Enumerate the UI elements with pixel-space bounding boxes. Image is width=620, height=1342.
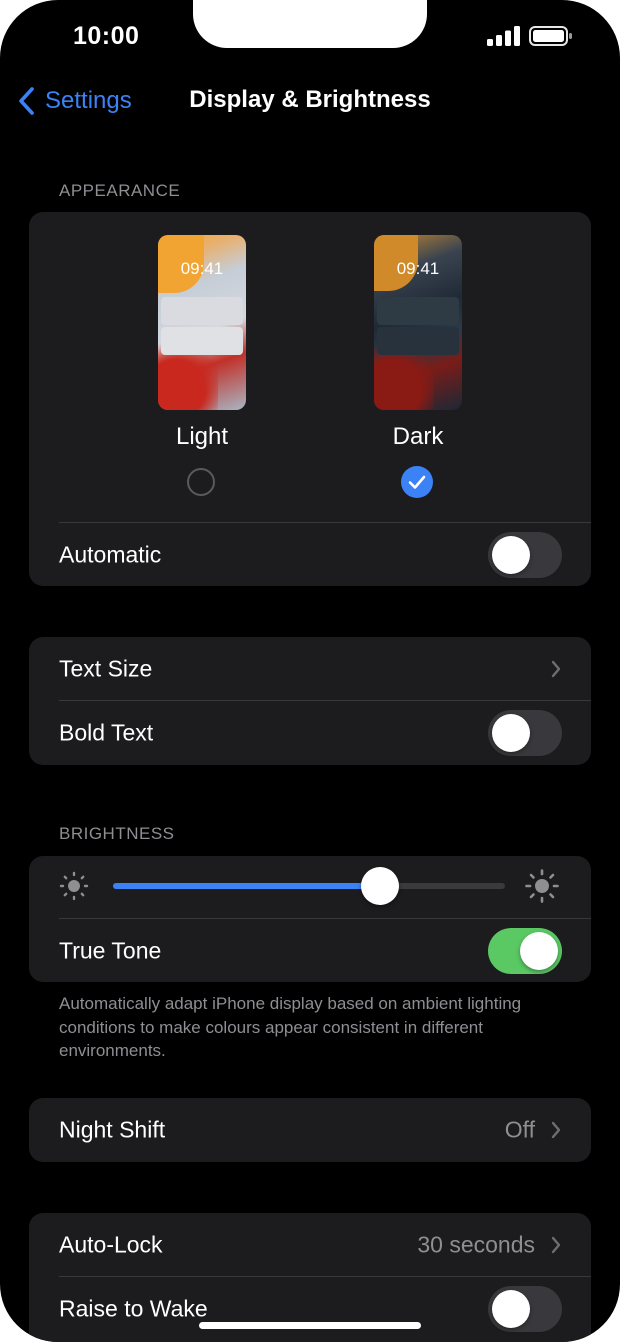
night-shift-row[interactable]: Night Shift Off [29, 1098, 591, 1162]
light-radio-button[interactable] [187, 468, 215, 496]
brightness-slider-fill [113, 883, 380, 889]
text-size-label: Text Size [59, 655, 153, 681]
appearance-card: 09:41 Light 09:41 Dark Automatic [29, 212, 591, 586]
cellular-signal-icon [487, 26, 520, 46]
chevron-right-icon [551, 1121, 561, 1139]
light-option-label: Light [175, 423, 229, 450]
brightness-section-label: BRIGHTNESS [59, 824, 175, 843]
appearance-section-label: APPEARANCE [59, 181, 181, 200]
raise-to-wake-row: Raise to Wake [29, 1277, 591, 1340]
bold-text-row: Bold Text [29, 701, 591, 764]
notch [193, 0, 427, 48]
chevron-right-icon [551, 660, 561, 677]
light-preview-notification [161, 297, 243, 325]
auto-lock-row[interactable]: Auto-Lock 30 seconds [29, 1213, 591, 1276]
dark-preview-image[interactable]: 09:41 [374, 235, 462, 410]
bold-text-toggle[interactable] [488, 709, 562, 756]
battery-icon [529, 26, 572, 46]
true-tone-toggle[interactable] [488, 927, 562, 974]
automatic-row: Automatic [29, 523, 591, 586]
night-shift-value: Off [504, 1116, 535, 1143]
brightness-slider-knob[interactable] [360, 867, 399, 905]
light-preview-time: 09:41 [180, 259, 224, 278]
true-tone-row: True Tone [29, 919, 591, 982]
phone-screen: 10:00 Settings Display & Brightness APPE… [0, 0, 620, 1342]
raise-to-wake-label: Raise to Wake [59, 1295, 208, 1321]
dark-preview-notification [377, 297, 459, 325]
bold-text-label: Bold Text [59, 719, 154, 745]
brightness-slider[interactable] [113, 867, 505, 905]
auto-lock-label: Auto-Lock [59, 1231, 163, 1257]
automatic-label: Automatic [59, 541, 162, 567]
chevron-right-icon [551, 1236, 561, 1253]
sun-small-icon [59, 871, 89, 901]
dark-preview-notification [377, 327, 459, 355]
true-tone-label: True Tone [59, 937, 162, 963]
status-time: 10:00 [73, 22, 140, 50]
sun-large-icon [525, 869, 559, 903]
night-shift-card: Night Shift Off [29, 1098, 591, 1162]
dark-preview-time: 09:41 [396, 259, 440, 278]
light-preview-image[interactable]: 09:41 [158, 235, 246, 410]
checkmark-icon [408, 475, 426, 489]
automatic-toggle[interactable] [488, 531, 562, 578]
dark-option-label: Dark [392, 423, 444, 450]
brightness-card: True Tone [29, 856, 591, 982]
brightness-slider-row [29, 856, 591, 918]
light-preview-notification [161, 327, 243, 355]
page-title: Display & Brightness [189, 86, 431, 113]
true-tone-description: Automatically adapt iPhone display based… [59, 994, 522, 1060]
raise-to-wake-toggle[interactable] [488, 1285, 562, 1332]
text-settings-card: Text Size Bold Text [29, 637, 591, 765]
text-size-row[interactable]: Text Size [29, 637, 591, 700]
auto-lock-value: 30 seconds [417, 1231, 535, 1257]
home-indicator[interactable] [199, 1322, 421, 1329]
dark-radio-button[interactable] [401, 466, 433, 498]
night-shift-label: Night Shift [59, 1116, 166, 1143]
